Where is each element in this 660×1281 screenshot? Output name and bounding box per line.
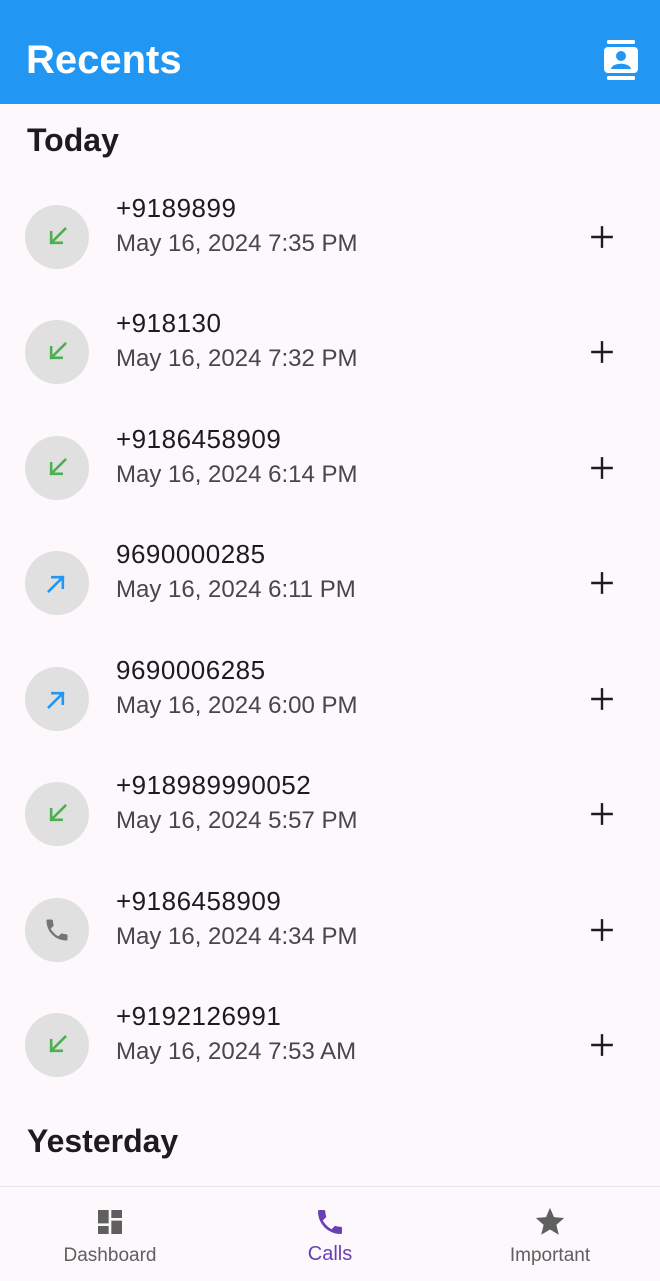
call-row[interactable]: +918130 May 16, 2024 7:32 PM xyxy=(0,287,660,402)
incoming-call-icon xyxy=(25,782,89,846)
star-icon xyxy=(533,1205,567,1239)
plus-icon xyxy=(591,803,613,825)
nav-item-calls[interactable]: Calls xyxy=(220,1187,440,1281)
incoming-call-icon xyxy=(25,1013,89,1077)
call-row[interactable]: +9186458909 May 16, 2024 4:34 PM xyxy=(0,865,660,980)
nav-item-important[interactable]: Important xyxy=(440,1187,660,1281)
plus-icon xyxy=(591,1034,613,1056)
call-row[interactable]: +9189899 May 16, 2024 7:35 PM xyxy=(0,172,660,287)
add-contact-button[interactable] xyxy=(580,330,624,374)
call-number: +918130 xyxy=(116,308,222,338)
call-time: May 16, 2024 6:11 PM xyxy=(116,576,356,603)
bottom-navigation: Dashboard Calls Important xyxy=(0,1186,660,1281)
nav-item-dashboard[interactable]: Dashboard xyxy=(0,1187,220,1281)
add-contact-button[interactable] xyxy=(580,908,624,952)
call-row[interactable]: +9186458909 May 16, 2024 6:14 PM xyxy=(0,403,660,518)
add-contact-button[interactable] xyxy=(580,215,624,259)
call-time: May 16, 2024 4:34 PM xyxy=(116,923,358,950)
call-time: May 16, 2024 7:32 PM xyxy=(116,345,358,372)
contact-book-icon xyxy=(604,40,638,80)
incoming-call-icon xyxy=(25,320,89,384)
plus-icon xyxy=(591,457,613,479)
call-number: +9189899 xyxy=(116,193,237,223)
section-header-today: Today xyxy=(27,122,119,158)
call-row[interactable]: 9690000285 May 16, 2024 6:11 PM xyxy=(0,518,660,633)
plus-icon xyxy=(591,688,613,710)
plus-icon xyxy=(591,919,613,941)
call-time: May 16, 2024 6:14 PM xyxy=(116,461,358,488)
outgoing-call-icon xyxy=(25,667,89,731)
add-contact-button[interactable] xyxy=(580,561,624,605)
call-number: 9690000285 xyxy=(116,539,266,569)
call-time: May 16, 2024 6:00 PM xyxy=(116,692,358,719)
phone-icon xyxy=(25,898,89,962)
call-row[interactable]: 9690006285 May 16, 2024 6:00 PM xyxy=(0,634,660,749)
nav-label-important: Important xyxy=(509,1245,591,1266)
call-number: +918989990052 xyxy=(116,770,312,800)
call-number: +9192126991 xyxy=(116,1001,282,1031)
plus-icon xyxy=(591,226,613,248)
incoming-call-icon xyxy=(25,436,89,500)
call-row[interactable]: +918989990052 May 16, 2024 5:57 PM xyxy=(0,749,660,864)
add-contact-button[interactable] xyxy=(580,792,624,836)
nav-label-calls: Calls xyxy=(307,1243,353,1265)
outgoing-call-icon xyxy=(25,551,89,615)
plus-icon xyxy=(591,572,613,594)
plus-icon xyxy=(591,341,613,363)
phone-icon xyxy=(313,1205,347,1239)
nav-label-dashboard: Dashboard xyxy=(63,1245,157,1266)
add-contact-button[interactable] xyxy=(580,1023,624,1067)
page-title: Recents xyxy=(26,38,182,82)
add-contact-button[interactable] xyxy=(580,446,624,490)
incoming-call-icon xyxy=(25,205,89,269)
call-number: +9186458909 xyxy=(116,886,282,916)
dashboard-icon xyxy=(93,1205,127,1239)
section-header-yesterday: Yesterday xyxy=(27,1123,179,1159)
call-time: May 16, 2024 5:57 PM xyxy=(116,807,358,834)
contacts-button[interactable] xyxy=(598,36,644,84)
app-bar: Recents xyxy=(0,0,660,104)
call-row[interactable]: +9192126991 May 16, 2024 7:53 AM xyxy=(0,980,660,1095)
call-time: May 16, 2024 7:35 PM xyxy=(116,230,358,257)
call-number: 9690006285 xyxy=(116,655,266,685)
add-contact-button[interactable] xyxy=(580,677,624,721)
call-time: May 16, 2024 7:53 AM xyxy=(116,1038,357,1065)
call-number: +9186458909 xyxy=(116,424,282,454)
